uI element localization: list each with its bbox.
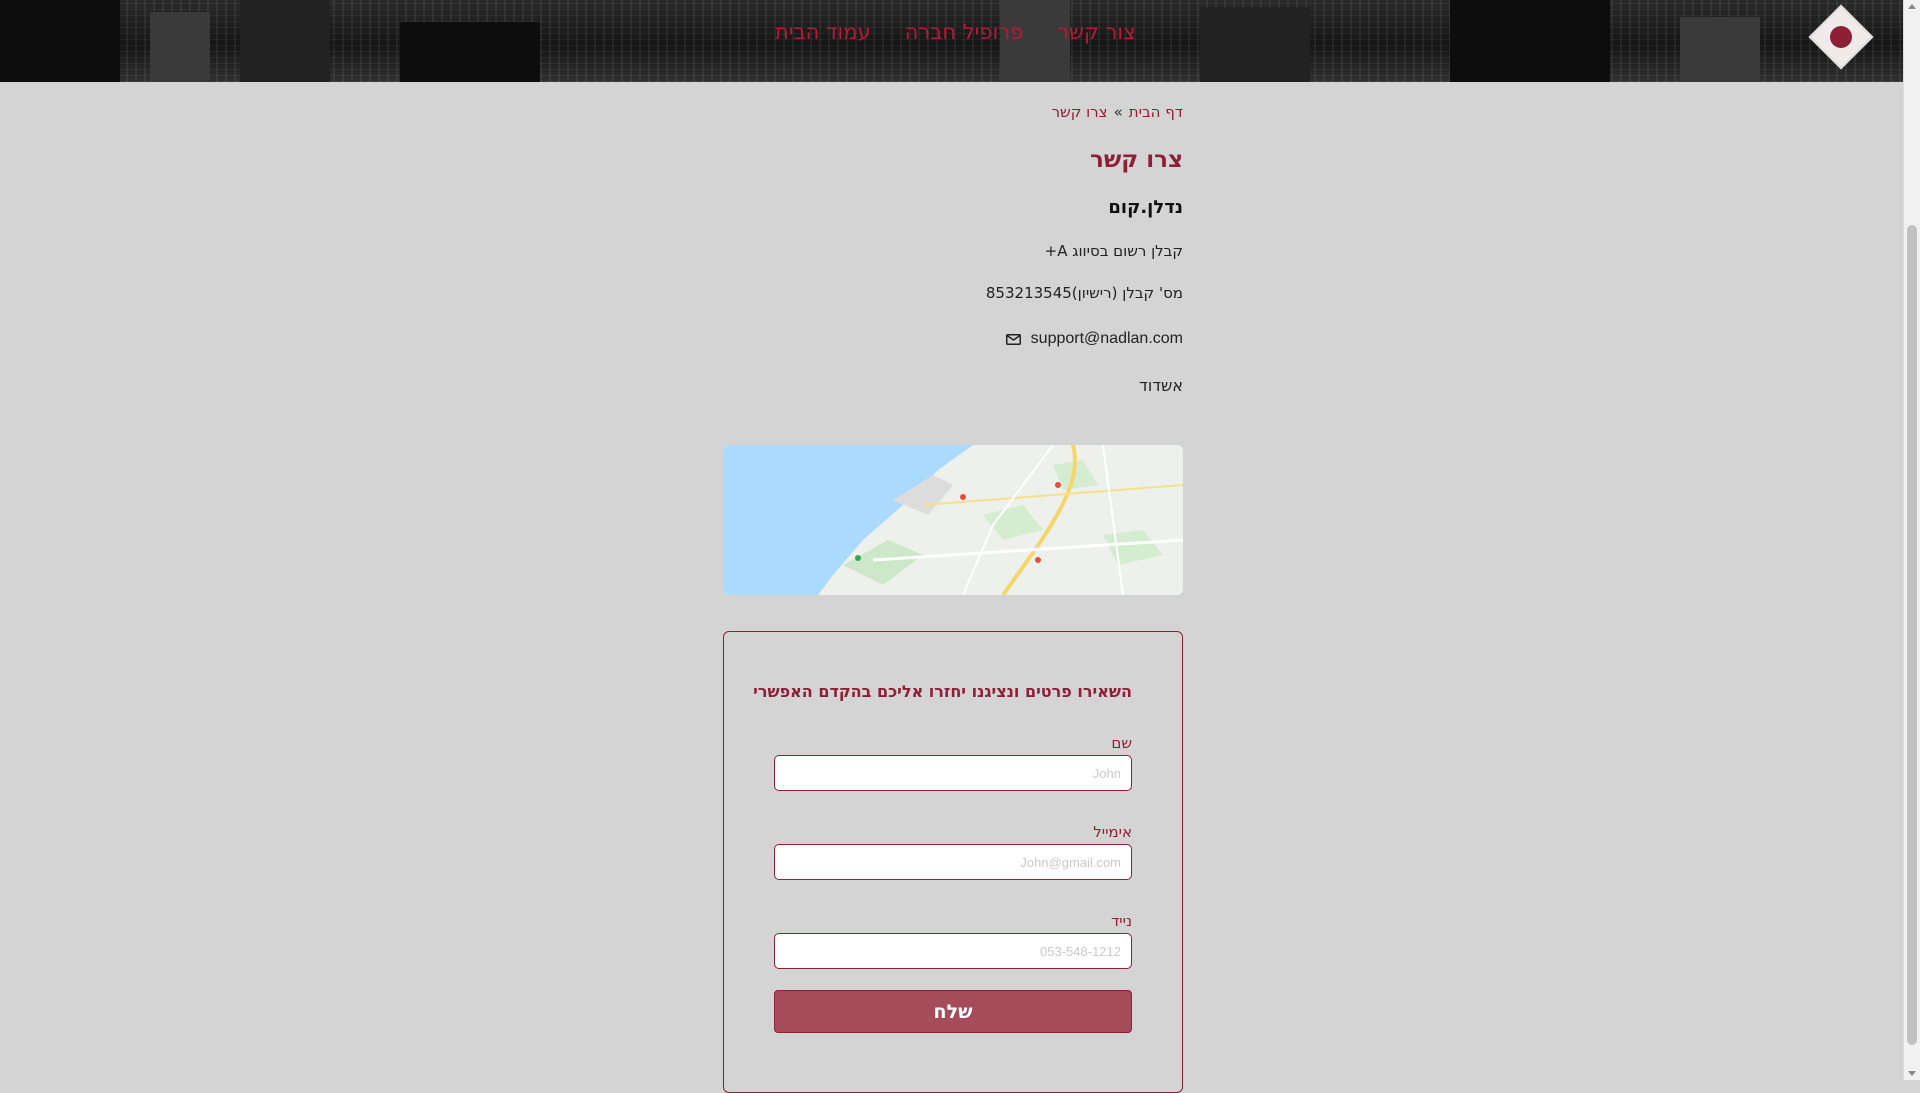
skyline-decoration — [1450, 0, 1610, 82]
scroll-down-arrow-icon[interactable] — [1908, 1071, 1916, 1076]
logo-mark-icon — [1830, 26, 1852, 48]
breadcrumb-current: צרו קשר — [1051, 103, 1108, 121]
map-image — [723, 445, 1183, 595]
main-nav: עמוד הבית פרופיל חברה צור קשר — [775, 20, 1136, 44]
main-content: דף הבית » צרו קשר צרו קשר נדלן.קום קבלן רש… — [723, 82, 1183, 1093]
contact-form: השאירו פרטים ונציגנו יחזרו אליכם בהקדם ה… — [723, 631, 1183, 1093]
skyline-decoration — [240, 0, 330, 82]
page-scrollbar[interactable] — [1903, 0, 1920, 1080]
phone-input[interactable] — [774, 933, 1132, 969]
email-input[interactable] — [774, 844, 1132, 880]
skyline-decoration — [150, 12, 210, 82]
submit-button[interactable]: שלח — [774, 990, 1132, 1033]
nav-item-home[interactable]: עמוד הבית — [775, 20, 871, 44]
breadcrumb-separator: » — [1113, 103, 1123, 121]
envelope-icon — [1005, 333, 1021, 345]
email-row: support@nadlan.com — [723, 330, 1183, 348]
nav-item-contact[interactable]: צור קשר — [1057, 20, 1135, 44]
contractor-license: מס' קבלן (רישיון)853213545 — [985, 284, 1183, 302]
phone-label: נייד — [1111, 912, 1132, 930]
skyline-decoration — [1680, 17, 1760, 82]
company-name: נדלן.קום — [1108, 197, 1183, 218]
breadcrumb-home-link[interactable]: דף הבית — [1129, 103, 1183, 121]
site-logo[interactable] — [1808, 4, 1874, 70]
skyline-decoration — [400, 22, 540, 82]
name-input[interactable] — [774, 755, 1132, 791]
nav-item-company-profile[interactable]: פרופיל חברה — [905, 20, 1024, 44]
email-label: אימייל — [1093, 823, 1132, 841]
form-heading: השאירו פרטים ונציגנו יחזרו אליכם בהקדם ה… — [753, 682, 1132, 701]
scroll-up-arrow-icon[interactable] — [1908, 4, 1916, 9]
contractor-classification: קבלן רשום בסיווג A+ — [1044, 242, 1183, 260]
name-label: שם — [1111, 734, 1132, 752]
breadcrumb: דף הבית » צרו קשר — [723, 103, 1183, 121]
page-title: צרו קשר — [1090, 147, 1183, 173]
location-map[interactable] — [723, 445, 1183, 595]
city: אשדוד — [1139, 376, 1183, 395]
site-header: עמוד הבית פרופיל חברה צור קשר — [0, 0, 1904, 82]
skyline-decoration — [0, 0, 120, 82]
email-link[interactable]: support@nadlan.com — [1031, 330, 1183, 348]
skyline-decoration — [1200, 7, 1310, 82]
scrollbar-thumb[interactable] — [1907, 225, 1917, 1045]
